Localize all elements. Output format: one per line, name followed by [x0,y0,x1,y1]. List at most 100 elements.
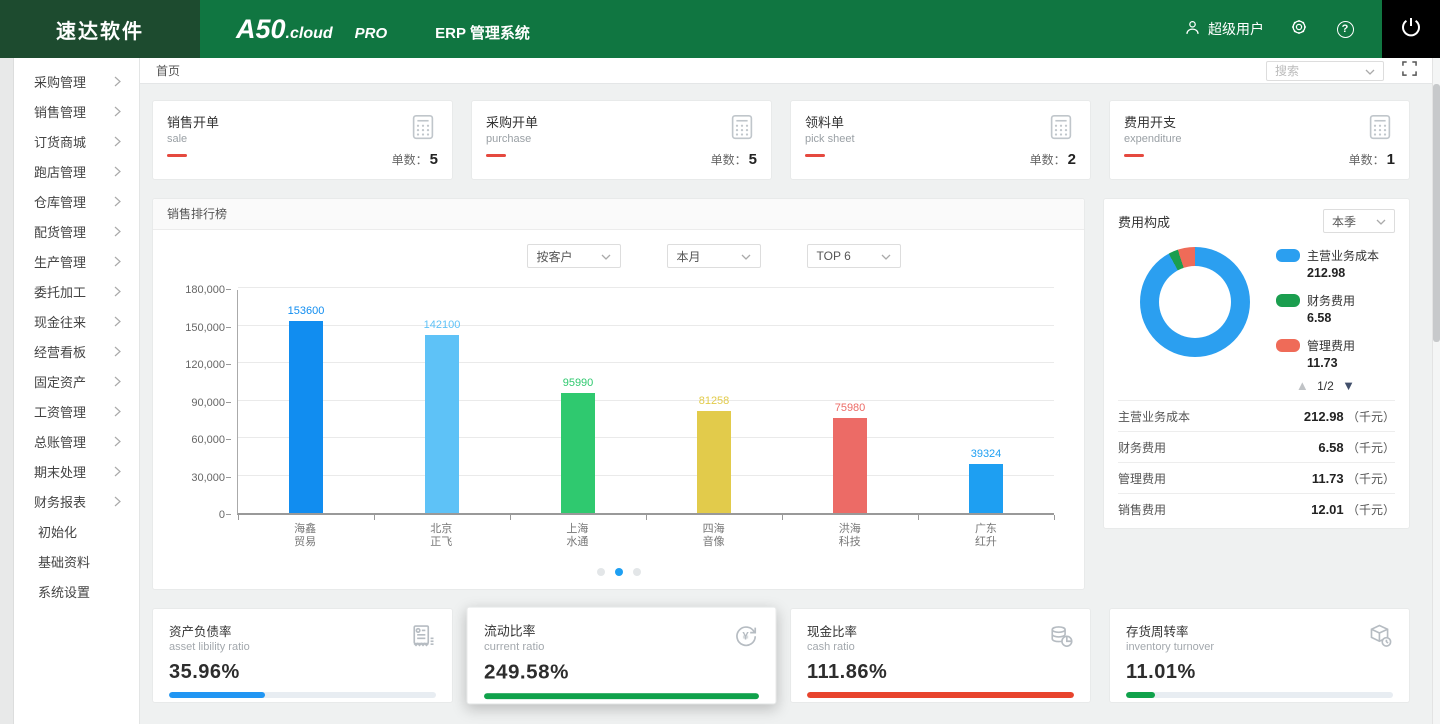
settings-button[interactable] [1288,18,1310,40]
bar[interactable] [561,393,595,513]
ratio-card[interactable]: 流动比率current ratio249.58%¥ [466,607,776,705]
bar[interactable] [969,464,1003,513]
donut-legend: 主营业务成本212.98财务费用6.58管理费用11.73 [1276,247,1379,370]
bar[interactable] [289,321,323,513]
stat-card-subtitle: sale [167,133,438,145]
carousel-dot[interactable] [633,568,641,576]
stat-card-title: 销售开单 [167,112,438,131]
sidebar: 采购管理销售管理订货商城跑店管理仓库管理配货管理生产管理委托加工现金往来经营看板… [0,58,140,724]
gear-icon [1289,17,1309,42]
bar[interactable] [425,335,459,513]
chart-filter-select[interactable]: 按客户 [527,244,621,268]
ratio-card[interactable]: 存货周转率inventory turnover11.01% [1109,608,1410,703]
sidebar-item[interactable]: 期末处理 [34,456,139,486]
bar[interactable] [833,418,867,513]
sidebar-item-label: 仓库管理 [34,192,86,211]
ratio-card-subtitle: inventory turnover [1126,641,1393,653]
stat-card[interactable]: 领料单pick sheet单数：2 [790,100,1091,180]
sidebar-item-label: 固定资产 [34,372,86,391]
sidebar-item[interactable]: 系统设置 [34,576,139,606]
sidebar-item[interactable]: 总账管理 [34,426,139,456]
bar-chart: 030,00060,00090,000120,000150,000180,000… [199,282,1054,550]
sidebar-item[interactable]: 初始化 [34,516,139,546]
chart-filter-select[interactable]: TOP 6 [807,244,901,268]
progress-fill [1126,692,1155,698]
sidebar-item[interactable]: 销售管理 [34,96,139,126]
y-axis-tick-label: 150,000 [153,322,225,334]
sidebar-item[interactable]: 工资管理 [34,396,139,426]
ratio-card-title: 现金比率 [807,621,1074,640]
expense-value: 12.01 （千元） [1311,501,1395,518]
bar-value-label: 81258 [699,395,730,407]
sidebar-item[interactable]: 生产管理 [34,246,139,276]
filter-value: 按客户 [537,248,573,265]
sidebar-item[interactable]: 订货商城 [34,126,139,156]
x-axis-category-label: 洪海 科技 [782,523,918,549]
bar[interactable] [697,411,731,513]
carousel-dot[interactable] [615,568,623,576]
ratio-card-value: 111.86% [807,661,1074,684]
user-menu[interactable]: 超级用户 [1183,18,1264,40]
expense-list-row: 管理费用11.73 （千元） [1118,462,1395,493]
stat-card-count: 单数：5 [392,151,438,168]
vertical-scrollbar[interactable] [1432,58,1440,724]
legend-swatch [1276,294,1300,307]
progress-track [484,693,759,699]
app-logo[interactable]: 速达软件 [0,0,200,58]
legend-swatch [1276,249,1300,262]
carousel-dot[interactable] [597,568,605,576]
chevron-right-icon [114,226,121,237]
stat-card[interactable]: 费用开支expenditure单数：1 [1109,100,1410,180]
logo-text: 速达软件 [56,15,144,44]
stat-card-count: 单数：5 [711,151,757,168]
sidebar-item[interactable]: 固定资产 [34,366,139,396]
calculator-icon [1046,112,1076,147]
calculator-icon [1365,112,1395,147]
legend-value: 11.73 [1307,356,1379,370]
edition-label: PRO [355,25,388,42]
plot-area: 15360014210095990812587598039324 [237,290,1054,515]
pager-up-icon[interactable]: ▲ [1296,378,1309,393]
sidebar-item-label: 期末处理 [34,462,86,481]
scrollbar-thumb[interactable] [1433,84,1440,342]
legend-swatch [1276,339,1300,352]
sidebar-item-label: 财务报表 [34,492,86,511]
system-name: ERP 管理系统 [435,22,530,43]
chevron-right-icon [114,316,121,327]
pager-down-icon[interactable]: ▼ [1342,378,1355,393]
chevron-down-icon [881,249,891,263]
sidebar-item[interactable]: 配货管理 [34,216,139,246]
sidebar-rail [0,58,14,724]
period-select[interactable]: 本季 [1323,209,1395,233]
sidebar-item[interactable]: 基础资料 [34,546,139,576]
expense-donut-chart [1140,247,1250,357]
progress-track [807,692,1074,698]
stat-card-subtitle: pick sheet [805,133,1076,145]
filter-value: TOP 6 [817,249,851,263]
sidebar-item[interactable]: 现金往来 [34,306,139,336]
sidebar-item[interactable]: 经营看板 [34,336,139,366]
sidebar-item[interactable]: 仓库管理 [34,186,139,216]
svg-text:¥: ¥ [742,631,749,643]
breadcrumb-home-tab[interactable]: 首页 [156,62,180,79]
stat-card[interactable]: 采购开单purchase单数：5 [471,100,772,180]
sidebar-item[interactable]: 跑店管理 [34,156,139,186]
search-placeholder: 搜索 [1275,62,1299,79]
help-button[interactable]: ? [1334,18,1356,40]
app-header: 速达软件 A50 .cloud PRO ERP 管理系统 超级用户 ? [0,0,1440,58]
sidebar-item[interactable]: 采购管理 [34,66,139,96]
ratio-card[interactable]: 资产负债率asset libility ratio35.96% [152,608,453,703]
search-select[interactable]: 搜索 [1266,61,1384,81]
ratio-card[interactable]: 现金比率cash ratio111.86% [790,608,1091,703]
sidebar-item[interactable]: 委托加工 [34,276,139,306]
chart-filter-select[interactable]: 本月 [667,244,761,268]
sidebar-item[interactable]: 财务报表 [34,486,139,516]
expense-list-row: 销售费用12.01 （千元） [1118,493,1395,524]
calculator-icon [727,112,757,147]
stat-card[interactable]: 销售开单 sale 单数：5 [152,100,453,180]
ratio-cards-row: 资产负债率asset libility ratio35.96%流动比率curre… [152,608,1410,703]
logout-button[interactable] [1382,0,1440,58]
stat-cards-row: 销售开单sale单数：5采购开单purchase单数：5领料单pick shee… [152,100,1410,180]
ratio-card-value: 249.58% [484,661,759,685]
fullscreen-button[interactable] [1398,60,1420,82]
